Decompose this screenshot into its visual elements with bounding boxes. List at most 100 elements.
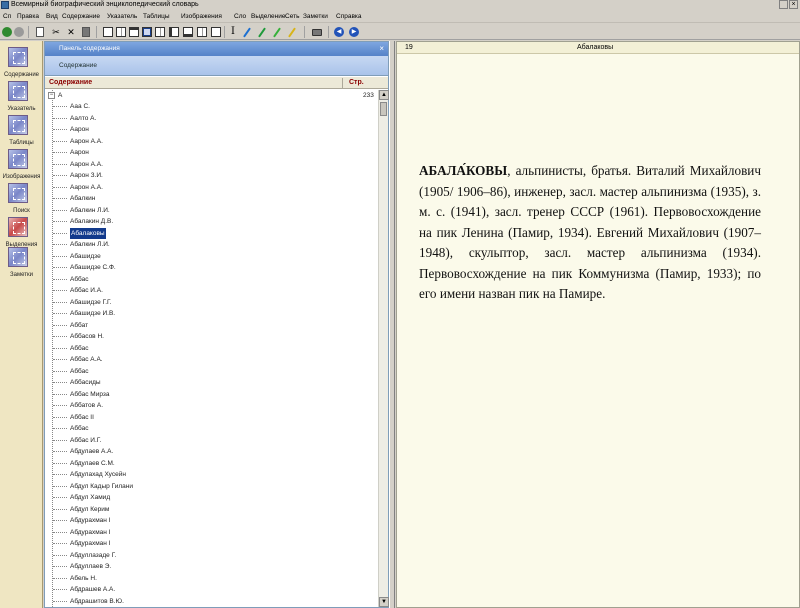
tree-item[interactable]: Аарон А.А.	[45, 159, 378, 170]
menu-images[interactable]: Изображения	[181, 12, 222, 22]
tree-item-label: Аарон	[70, 126, 89, 133]
contents-scrollbar[interactable]: ▲ ▼	[378, 90, 389, 607]
copy-icon	[36, 27, 44, 37]
scroll-down-icon[interactable]: ▼	[379, 597, 389, 607]
forward-button[interactable]	[13, 26, 25, 38]
nav-next-button[interactable]: ▶	[348, 26, 360, 38]
back-button[interactable]	[1, 26, 13, 38]
tree-item[interactable]: Абдурахман I	[45, 527, 378, 538]
pen-blue-button[interactable]	[241, 26, 253, 38]
sidebar-item-notes[interactable]: Заметки	[0, 247, 43, 287]
index-icon	[8, 81, 28, 101]
text-cursor-button[interactable]: I	[227, 26, 239, 38]
tree-root-row[interactable]: − А 233	[45, 90, 378, 101]
cut-button[interactable]: ✂	[50, 26, 62, 38]
copy-button[interactable]	[34, 26, 46, 38]
scroll-thumb[interactable]	[380, 102, 387, 116]
view-grid-button[interactable]	[196, 26, 208, 38]
column-header-page[interactable]: Стр.	[342, 78, 364, 88]
tree-item[interactable]: Абалакин Д.В.	[45, 216, 378, 227]
tree-item[interactable]: Аарон А.А.	[45, 182, 378, 193]
tree-item[interactable]: Абалаковы	[45, 227, 378, 239]
tree-item[interactable]: Аббас И.Г.	[45, 435, 378, 446]
menu-dictionary[interactable]: Сло	[234, 12, 246, 22]
tree-item[interactable]: Аббас	[45, 343, 378, 354]
tree-item[interactable]: Аббас	[45, 366, 378, 377]
tree-item[interactable]: Абдул Керим	[45, 504, 378, 515]
tree-item[interactable]: Аббас И.А.	[45, 285, 378, 296]
tree-item[interactable]: Абдулахад Хусейн	[45, 469, 378, 480]
tree-item[interactable]: Аалто А.	[45, 113, 378, 124]
menu-view[interactable]: Вид	[46, 12, 58, 22]
tree-item[interactable]: Аарон З.И.	[45, 170, 378, 181]
menu-file[interactable]: Сп	[3, 12, 11, 22]
tree-item-label: Абдул Хамид	[70, 494, 111, 501]
menu-network[interactable]: Сеть	[285, 12, 299, 22]
view-page-button[interactable]	[102, 26, 114, 38]
tree-item[interactable]: Абдул Хамид	[45, 492, 378, 503]
print-button[interactable]	[311, 26, 323, 38]
tree-item[interactable]: Абдуллазаде Г.	[45, 550, 378, 561]
tree-item[interactable]: Абдурахман I	[45, 515, 378, 526]
tree-item[interactable]: Аарон	[45, 147, 378, 158]
tree-item[interactable]: Абдрашитов В.Ю.	[45, 596, 378, 607]
tree-item[interactable]: Аббас	[45, 274, 378, 285]
article-body[interactable]: АБАЛА́КОВЫ, альпинисты, братья. Виталий …	[419, 161, 761, 305]
menu-tables[interactable]: Таблицы	[143, 12, 170, 22]
tree-item[interactable]: Абдурахман I	[45, 538, 378, 549]
scroll-up-icon[interactable]: ▲	[379, 90, 389, 100]
view-text-button[interactable]	[141, 26, 153, 38]
tree-item[interactable]: Ааа С.	[45, 101, 378, 112]
view-split-button[interactable]	[115, 26, 127, 38]
tree-item[interactable]: Абдуллаев Э.	[45, 561, 378, 572]
menu-notes[interactable]: Заметки	[303, 12, 328, 22]
sidebar: Содержание Указатель Таблицы Изображения…	[0, 41, 43, 608]
menu-help[interactable]: Справка	[336, 12, 362, 22]
tree-item[interactable]: Абдрашев А.А.	[45, 584, 378, 595]
tree-item[interactable]: Аббас	[45, 423, 378, 434]
tree-item[interactable]: Аббатов А.	[45, 400, 378, 411]
column-header-title[interactable]: Содержание	[49, 78, 92, 88]
menu-selection[interactable]: Выделение	[251, 12, 285, 22]
tree-item[interactable]: Аббасиды	[45, 377, 378, 388]
minimize-button[interactable]	[779, 0, 788, 9]
tree-item-label: Аббасиды	[70, 379, 101, 386]
menu-contents[interactable]: Содержание	[62, 12, 100, 22]
menu-index[interactable]: Указатель	[107, 12, 137, 22]
printer-icon	[312, 28, 322, 36]
tree-item[interactable]: Абашидзе С.Ф.	[45, 262, 378, 273]
tree-item[interactable]: Абдулаев С.М.	[45, 458, 378, 469]
panel-close-icon[interactable]: ×	[379, 43, 384, 54]
tree-item[interactable]: Абашидзе И.В.	[45, 308, 378, 319]
tree-item[interactable]: Аббат	[45, 320, 378, 331]
tree-item[interactable]: Абашидзе Г.Г.	[45, 297, 378, 308]
tree-item[interactable]: Аарон	[45, 124, 378, 135]
paste-button[interactable]	[80, 26, 92, 38]
tree-item[interactable]: Абалкин Л.И.	[45, 205, 378, 216]
view-wide-button[interactable]	[128, 26, 140, 38]
panel-splitter[interactable]	[389, 41, 395, 608]
tree-item[interactable]: Аббасов Н.	[45, 331, 378, 342]
tree-item[interactable]: Абалкин Л.И.	[45, 239, 378, 250]
view-columns-button[interactable]	[154, 26, 166, 38]
tree-item[interactable]: Абашидзе	[45, 251, 378, 262]
pen-green-button[interactable]	[256, 26, 268, 38]
nav-prev-button[interactable]: ◀	[333, 26, 345, 38]
tree-item[interactable]: Абдул Кадыр Гилани	[45, 481, 378, 492]
delete-button[interactable]: ✕	[65, 26, 77, 38]
collapse-icon[interactable]: −	[48, 92, 55, 99]
tree-item[interactable]: Абалкин	[45, 193, 378, 204]
tree-item[interactable]: Аббас А.А.	[45, 354, 378, 365]
tree-item[interactable]: Аббас Мирза	[45, 389, 378, 400]
pen-lime-button[interactable]	[271, 26, 283, 38]
pen-yellow-button[interactable]	[286, 26, 298, 38]
tree-item[interactable]: Аббас II	[45, 412, 378, 423]
menu-edit[interactable]: Правка	[17, 12, 39, 22]
close-button[interactable]: ×	[789, 0, 798, 9]
tree-item[interactable]: Аарон А.А.	[45, 136, 378, 147]
view-image-button[interactable]	[168, 26, 180, 38]
tree-item[interactable]: Абель Н.	[45, 573, 378, 584]
view-full-button[interactable]	[210, 26, 222, 38]
view-list-button[interactable]	[182, 26, 194, 38]
tree-item[interactable]: Абдулаев А.А.	[45, 446, 378, 457]
